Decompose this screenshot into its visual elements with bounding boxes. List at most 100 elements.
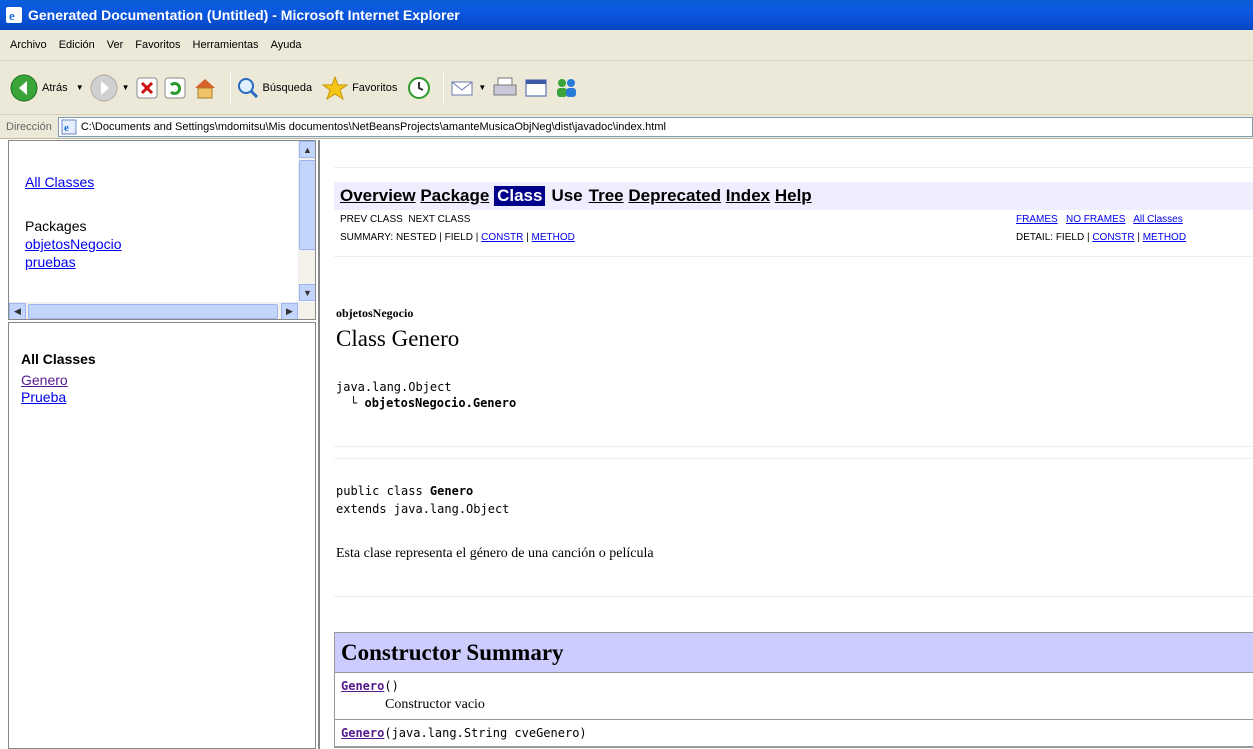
address-url: C:\Documents and Settings\mdomitsu\Mis d… <box>80 120 666 133</box>
scroll-left-icon[interactable]: ◀ <box>9 303 26 319</box>
vertical-scrollbar[interactable]: ▲ ▼ <box>298 141 315 301</box>
menu-favoritos[interactable]: Favoritos <box>129 37 186 53</box>
mail-button[interactable]: ▼ <box>450 70 486 106</box>
summary-method-link[interactable]: METHOD <box>532 232 575 243</box>
toolbar-separator <box>229 71 231 104</box>
messenger-button[interactable] <box>554 70 580 106</box>
chevron-down-icon[interactable]: ▼ <box>122 83 130 92</box>
ie-logo-icon: e <box>6 7 22 23</box>
toolbar: Atrás ▼ ▼ Búsqueda Favoritos ▼ <box>0 61 1253 115</box>
scroll-up-icon[interactable]: ▲ <box>299 141 315 158</box>
favorites-button[interactable]: Favoritos <box>322 70 401 106</box>
frames-link[interactable]: FRAMES <box>1016 214 1058 225</box>
printer-icon <box>493 77 517 95</box>
address-bar: Dirección e C:\Documents and Settings\md… <box>0 115 1253 139</box>
menu-ver[interactable]: Ver <box>101 37 130 53</box>
all-classes-link[interactable]: All Classes <box>1133 214 1182 225</box>
nav-bar: Overview Package Class Use Tree Deprecat… <box>334 182 1253 210</box>
no-frames-link[interactable]: NO FRAMES <box>1066 214 1125 225</box>
summary-nav: SUMMARY: NESTED | FIELD | CONSTR | METHO… <box>340 232 575 243</box>
stop-icon <box>136 77 158 98</box>
home-button[interactable] <box>192 70 218 106</box>
inherit-root: java.lang.Object <box>336 380 452 394</box>
detail-nav: DETAIL: FIELD | CONSTR | METHOD <box>1016 232 1186 243</box>
print-button[interactable] <box>492 70 518 106</box>
menu-herramientas[interactable]: Herramientas <box>187 37 265 53</box>
separator: | <box>1134 232 1143 243</box>
detail-constr-link[interactable]: CONSTR <box>1092 232 1134 243</box>
star-icon <box>322 75 349 100</box>
class-link-prueba[interactable]: Prueba <box>21 389 66 405</box>
refresh-button[interactable] <box>164 70 186 106</box>
window-title: Generated Documentation (Untitled) - Mic… <box>28 7 460 23</box>
address-label: Dirección <box>6 120 52 133</box>
all-classes-link[interactable]: All Classes <box>25 174 94 190</box>
chevron-down-icon[interactable]: ▼ <box>478 83 486 92</box>
next-class: NEXT CLASS <box>408 214 471 225</box>
inherit-child-row: └ objetosNegocio.Genero <box>350 396 516 410</box>
detail-prefix: DETAIL: FIELD | <box>1016 232 1093 243</box>
constructor-summary-heading: Constructor Summary <box>335 633 1253 673</box>
classes-frame: All Classes Genero Prueba <box>8 322 316 749</box>
divider <box>334 256 1253 257</box>
nav-deprecated[interactable]: Deprecated <box>628 186 721 206</box>
class-link-genero[interactable]: Genero <box>21 372 68 388</box>
nav-package[interactable]: Package <box>420 186 489 206</box>
constructor-link[interactable]: Genero <box>341 726 384 740</box>
messenger-icon <box>557 78 577 97</box>
constructor-args: () <box>384 679 399 693</box>
table-row: Genero(java.lang.String cveGenero) <box>335 720 1253 747</box>
package-link-pruebas[interactable]: pruebas <box>25 254 76 270</box>
decl-class: Genero <box>429 484 474 498</box>
package-link-objetosnegocio[interactable]: objetosNegocio <box>25 236 122 252</box>
constructor-desc: Constructor vacio <box>385 697 485 712</box>
nav-use: Use <box>551 186 583 205</box>
packages-heading: Packages <box>25 218 87 234</box>
scroll-down-icon[interactable]: ▼ <box>299 284 315 301</box>
edit-button[interactable] <box>524 70 548 106</box>
search-button[interactable]: Búsqueda <box>237 70 317 106</box>
packages-frame: All Classes Packages objetosNegocio prue… <box>8 140 316 320</box>
nav-index[interactable]: Index <box>726 186 770 206</box>
horizontal-scrollbar[interactable]: ◀ ▶ <box>9 302 315 319</box>
package-name: objetosNegocio <box>336 306 414 320</box>
toolbar-separator <box>443 71 445 104</box>
frames-nav: FRAMES NO FRAMES All Classes <box>1016 214 1183 225</box>
class-nav: PREV CLASS NEXT CLASS <box>340 214 470 225</box>
class-description: Esta clase representa el género de una c… <box>336 546 654 561</box>
nav-overview[interactable]: Overview <box>340 186 416 206</box>
back-button[interactable]: Atrás ▼ <box>10 70 84 106</box>
refresh-icon <box>164 77 186 98</box>
search-icon <box>237 77 258 98</box>
edit-icon <box>525 79 547 96</box>
detail-method-link[interactable]: METHOD <box>1143 232 1186 243</box>
divider <box>334 446 1253 447</box>
page-icon: e <box>61 119 77 134</box>
inherit-child: objetosNegocio.Genero <box>364 396 517 410</box>
tree-branch-icon: └ <box>350 396 358 410</box>
svg-text:e: e <box>9 8 15 23</box>
separator: | <box>523 232 532 243</box>
nav-help[interactable]: Help <box>775 186 812 206</box>
chevron-down-icon[interactable]: ▼ <box>76 83 84 92</box>
nav-tree[interactable]: Tree <box>589 186 624 206</box>
menu-archivo[interactable]: Archivo <box>4 37 53 53</box>
menu-edicion[interactable]: Edición <box>53 37 101 53</box>
extends-line: extends java.lang.Object <box>336 502 510 516</box>
class-declaration: public class Genero <box>336 484 473 498</box>
scroll-thumb[interactable] <box>299 160 315 250</box>
summary-constr-link[interactable]: CONSTR <box>481 232 523 243</box>
menu-ayuda[interactable]: Ayuda <box>265 37 308 53</box>
constructor-summary-table: Constructor Summary Genero() Constructor… <box>334 632 1253 748</box>
nav-class: Class <box>494 186 546 206</box>
home-icon <box>194 78 215 98</box>
stop-button[interactable] <box>136 70 158 106</box>
scroll-thumb[interactable] <box>28 304 278 319</box>
constructor-link[interactable]: Genero <box>341 679 384 693</box>
address-input[interactable]: e C:\Documents and Settings\mdomitsu\Mis… <box>57 116 1253 137</box>
svg-text:e: e <box>64 122 69 134</box>
scroll-right-icon[interactable]: ▶ <box>281 303 298 319</box>
search-label: Búsqueda <box>262 81 313 94</box>
history-button[interactable] <box>407 70 431 106</box>
forward-button[interactable]: ▼ <box>90 70 130 106</box>
